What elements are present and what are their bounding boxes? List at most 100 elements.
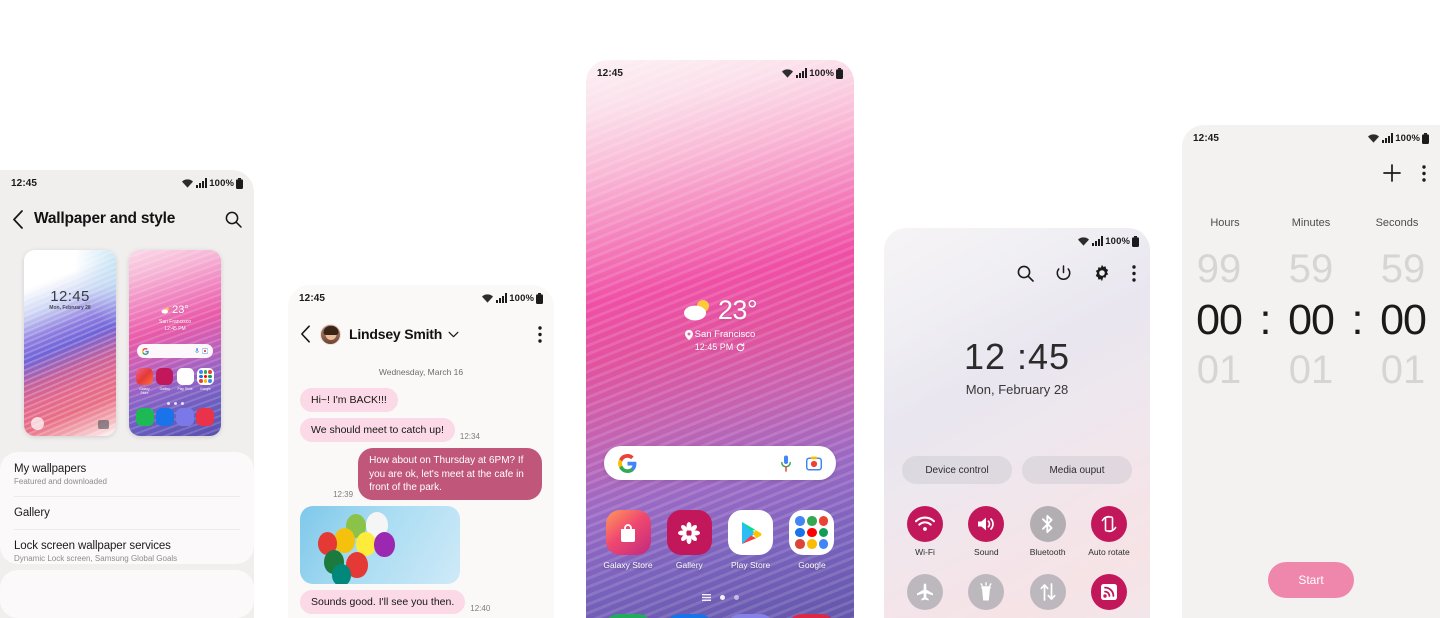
incoming-message-bubble[interactable]: Sounds good. I'll see you then.: [300, 589, 466, 615]
auto-rotate-icon: [1090, 506, 1127, 542]
camera-icon[interactable]: [787, 614, 836, 618]
balloon-shape: [374, 531, 395, 557]
hours-value[interactable]: 00: [1184, 294, 1254, 346]
messages-icon[interactable]: [665, 614, 714, 618]
microphone-icon: [195, 348, 199, 353]
minutes-value[interactable]: 00: [1276, 294, 1346, 346]
home-dock: [598, 614, 842, 618]
toggle-flashlight[interactable]: [957, 574, 1015, 615]
refresh-icon[interactable]: [736, 342, 745, 352]
secondary-card[interactable]: [0, 570, 254, 618]
plus-icon[interactable]: [1382, 163, 1402, 183]
microphone-icon[interactable]: [781, 455, 791, 472]
page-indicator[interactable]: [586, 594, 854, 601]
preview-updated: 12:45 PM: [164, 326, 186, 332]
seconds-value-below[interactable]: 01: [1368, 346, 1438, 395]
mobile-data-icon: [1029, 574, 1066, 610]
preview-app: Play Store: [176, 368, 195, 395]
incoming-message-bubble[interactable]: We should meet to catch up!: [300, 418, 455, 443]
search-icon[interactable]: [225, 211, 242, 228]
weather-updated: 12:45 PM: [586, 342, 854, 352]
list-item-lock-screen-wallpaper-services[interactable]: Lock screen wallpaper services Dynamic L…: [0, 529, 254, 573]
toggle-auto-rotate[interactable]: Auto rotate: [1080, 506, 1138, 557]
partly-cloudy-icon: [683, 300, 709, 321]
lock-screen-preview[interactable]: 12:45 Mon, February 28: [24, 250, 116, 436]
hours-value-below[interactable]: 01: [1184, 346, 1254, 395]
timer-row-selected[interactable]: 00 : 00 : 00: [1182, 294, 1440, 346]
folder-app-icon: [807, 527, 817, 538]
minutes-value-below[interactable]: 01: [1276, 346, 1346, 395]
app-google-folder[interactable]: Google: [782, 510, 842, 570]
toggle-wifi[interactable]: Wi-Fi: [896, 506, 954, 557]
airplane-glyph: [917, 583, 933, 601]
home-screen-preview[interactable]: 23° San Francisco 12:45 PM Galaxy Store …: [129, 250, 221, 436]
more-vertical-icon[interactable]: [538, 325, 542, 343]
page-dot[interactable]: [733, 595, 739, 600]
cellular-signal-icon: [796, 68, 808, 78]
list-item-my-wallpapers[interactable]: My wallpapers Featured and downloaded: [0, 452, 254, 496]
minutes-value-above[interactable]: 59: [1276, 245, 1346, 294]
timer-row-below[interactable]: 01 01 01: [1182, 346, 1440, 395]
lock-screen-wallpaper-image: [24, 250, 116, 436]
preview-app: Galaxy Store: [135, 368, 154, 395]
toggle-mobile-data[interactable]: [1019, 574, 1077, 615]
weather-city-label: San Francisco: [694, 329, 756, 340]
internet-browser-icon: [176, 408, 194, 426]
back-chevron-icon[interactable]: [12, 209, 24, 229]
incoming-image-attachment[interactable]: [300, 505, 460, 584]
internet-browser-icon[interactable]: [726, 614, 775, 618]
message-row: We should meet to catch up! 12:34: [300, 418, 542, 443]
start-button[interactable]: Start: [1268, 562, 1354, 598]
more-vertical-icon[interactable]: [1132, 264, 1136, 282]
power-icon[interactable]: [1055, 264, 1072, 282]
app-play-store[interactable]: Play Store: [721, 510, 781, 570]
google-g-icon: [618, 453, 637, 473]
clock-time: 12 :45: [963, 336, 1071, 377]
chevron-down-icon[interactable]: [448, 331, 459, 338]
toggle-sound[interactable]: Sound: [957, 506, 1015, 557]
seconds-value[interactable]: 00: [1368, 294, 1438, 346]
timer-row-above[interactable]: 99 59 59: [1182, 245, 1440, 294]
weather-widget[interactable]: 23° San Francisco 12:45 PM: [586, 295, 854, 352]
app-list-icon[interactable]: [701, 594, 711, 601]
google-search-bar[interactable]: [604, 446, 836, 480]
preview-dock: [135, 408, 215, 426]
sound-icon: [968, 506, 1005, 542]
phone-icon[interactable]: [604, 614, 653, 618]
location-pin-icon: [684, 329, 693, 340]
device-control-button[interactable]: Device control: [902, 456, 1012, 484]
status-bar: 12:45 100%: [1182, 125, 1440, 151]
google-lens-icon[interactable]: [806, 456, 822, 471]
incoming-message-bubble[interactable]: Hi~! I'm BACK!!!: [300, 388, 398, 413]
more-vertical-icon[interactable]: [1422, 164, 1426, 182]
wifi-icon: [482, 293, 494, 303]
wifi-glyph: [915, 516, 935, 531]
toggle-hotspot[interactable]: [1080, 574, 1138, 615]
lock-clock: 12 :45 Mon, February 28: [884, 336, 1150, 397]
search-icon[interactable]: [1017, 265, 1034, 282]
toggle-bluetooth[interactable]: Bluetooth: [1019, 506, 1077, 557]
back-chevron-icon[interactable]: [300, 325, 311, 343]
seconds-value-above[interactable]: 59: [1368, 245, 1438, 294]
separator-hours-minutes: :: [1259, 295, 1272, 344]
speaker-glyph: [978, 517, 995, 531]
message-row: 12:39 How about on Thursday at 6PM? If y…: [300, 448, 542, 500]
page-dot-active[interactable]: [719, 595, 725, 600]
app-gallery[interactable]: Gallery: [659, 510, 719, 570]
cellular-signal-icon: [196, 178, 208, 188]
message-list[interactable]: Wednesday, March 16 Hi~! I'm BACK!!! We …: [288, 359, 554, 618]
outgoing-message-bubble[interactable]: How about on Thursday at 6PM? If you are…: [358, 448, 542, 500]
hours-value-above[interactable]: 99: [1184, 245, 1254, 294]
app-galaxy-store[interactable]: Galaxy Store: [598, 510, 658, 570]
toggle-airplane-mode[interactable]: [896, 574, 954, 615]
settings-gear-icon[interactable]: [1093, 264, 1111, 282]
folder-app-icon: [795, 527, 806, 538]
avatar[interactable]: [320, 323, 341, 345]
list-item-gallery[interactable]: Gallery: [0, 496, 254, 529]
timer-pickers[interactable]: 99 59 59 00 : 00 : 00 01 01 01: [1182, 245, 1440, 395]
battery-full-icon: [1132, 235, 1139, 247]
cellular-signal-icon: [1382, 133, 1394, 143]
media-output-button[interactable]: Media ouput: [1022, 456, 1132, 484]
quick-settings-pills: Device control Media ouput: [902, 456, 1132, 484]
galaxy-store-icon: [136, 368, 153, 385]
